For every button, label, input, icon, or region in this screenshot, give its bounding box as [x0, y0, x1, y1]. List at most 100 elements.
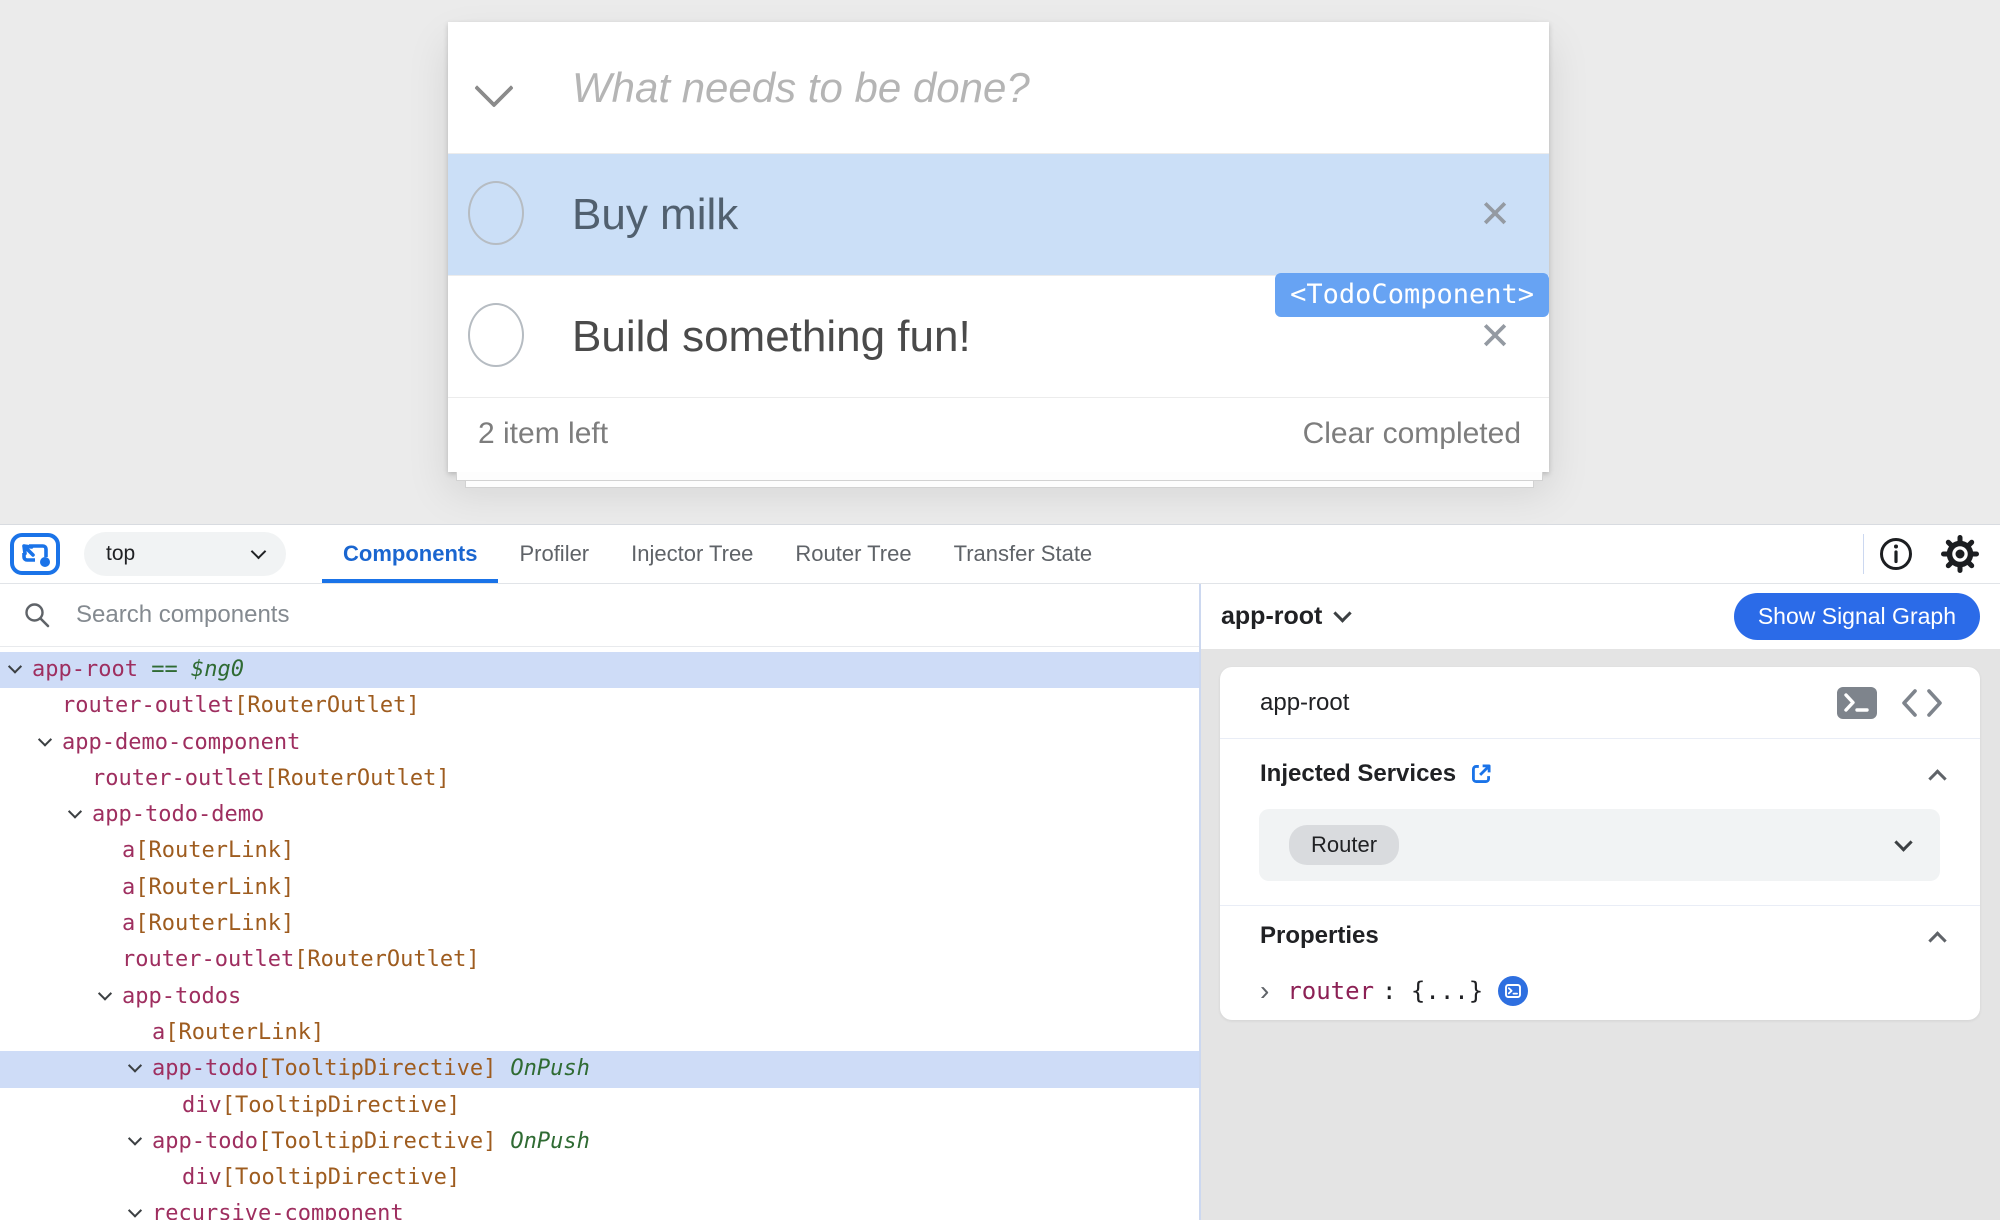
- tree-row-recursive-component[interactable]: recursive-component: [0, 1196, 1199, 1220]
- chevron-down-icon[interactable]: [70, 797, 92, 833]
- directive-label: [TooltipDirective]: [222, 1088, 460, 1124]
- details-card-header: app-root: [1220, 667, 1980, 739]
- property-row-router[interactable]: ›router: {...}: [1260, 966, 1980, 1016]
- chevron-down-icon[interactable]: [130, 1196, 152, 1220]
- todo-app-card: Buy milk ✕Build something fun! ✕ <TodoComp…: [448, 22, 1549, 472]
- tree-row-app-todo-demo[interactable]: app-todo-demo: [0, 797, 1199, 833]
- items-left-count: 2 item left: [478, 398, 608, 470]
- element-name: router-outlet: [122, 942, 294, 978]
- tree-row-a[interactable]: a[RouterLink]: [0, 870, 1199, 906]
- directive-label: [RouterLink]: [135, 833, 294, 869]
- console-icon[interactable]: [1836, 686, 1878, 720]
- element-name: router-outlet: [62, 688, 234, 724]
- inspect-element-icon[interactable]: [9, 531, 61, 577]
- element-name: app-todo: [152, 1051, 258, 1087]
- chevron-down-icon: [251, 544, 267, 560]
- frame-selector-dropdown[interactable]: top: [84, 532, 286, 576]
- show-signal-graph-button[interactable]: Show Signal Graph: [1734, 593, 1980, 640]
- directive-label: [RouterOutlet]: [234, 688, 419, 724]
- tree-row-app-todos[interactable]: app-todos: [0, 979, 1199, 1015]
- element-name: app-todos: [122, 979, 241, 1015]
- tab-transfer-state[interactable]: Transfer State: [933, 525, 1114, 583]
- tree-row-app-root[interactable]: app-root == $ng0: [0, 652, 1199, 688]
- chevron-down-icon: [1894, 833, 1912, 851]
- gear-icon[interactable]: [1928, 535, 1992, 573]
- tree-row-div[interactable]: div[TooltipDirective]: [0, 1088, 1199, 1124]
- terminal-badge-icon[interactable]: [1497, 975, 1529, 1007]
- selected-component-dropdown[interactable]: app-root: [1221, 602, 1349, 631]
- element-name: div: [182, 1160, 222, 1196]
- collapse-chevron-icon[interactable]: [1928, 769, 1946, 787]
- search-row: [0, 584, 1199, 647]
- properties-title: Properties: [1260, 922, 1379, 950]
- directive-label: [TooltipDirective]: [222, 1160, 460, 1196]
- element-name: app-demo-component: [62, 725, 300, 761]
- chevron-down-icon[interactable]: [100, 979, 122, 1015]
- chevron-down-icon[interactable]: [130, 1051, 152, 1087]
- tree-row-app-todo[interactable]: app-todo[TooltipDirective]OnPush: [0, 1124, 1199, 1160]
- directive-label: [RouterLink]: [135, 906, 294, 942]
- info-icon[interactable]: [1864, 536, 1928, 572]
- directive-label: [TooltipDirective]: [258, 1051, 496, 1087]
- chevron-down-icon[interactable]: [40, 725, 62, 761]
- devtools-tabs: ComponentsProfilerInjector TreeRouter Tr…: [322, 525, 1113, 583]
- selected-component-name: app-root: [1221, 602, 1322, 631]
- devtools-panel: top ComponentsProfilerInjector TreeRoute…: [0, 524, 2000, 1220]
- directive-label: [RouterLink]: [165, 1015, 324, 1051]
- component-tree: app-root == $ng0router-outlet[RouterOutl…: [0, 647, 1199, 1220]
- tab-injector-tree[interactable]: Injector Tree: [610, 525, 774, 583]
- search-components-input[interactable]: [74, 600, 1199, 630]
- clear-completed-button[interactable]: Clear completed: [1303, 398, 1521, 470]
- tree-row-a[interactable]: a[RouterLink]: [0, 906, 1199, 942]
- component-tooltip-badge: <TodoComponent>: [1275, 273, 1549, 317]
- element-name: div: [182, 1088, 222, 1124]
- directive-label: [RouterLink]: [135, 870, 294, 906]
- element-name: a: [122, 870, 135, 906]
- tree-row-router-outlet[interactable]: router-outlet[RouterOutlet]: [0, 688, 1199, 724]
- element-name: a: [122, 906, 135, 942]
- todo-label: Build something fun!: [572, 276, 971, 397]
- element-name: a: [152, 1015, 165, 1051]
- change-detection-badge: OnPush: [510, 1124, 589, 1160]
- directive-label: [RouterOutlet]: [294, 942, 479, 978]
- properties-header[interactable]: Properties: [1220, 906, 1980, 966]
- new-todo-input[interactable]: [448, 22, 1549, 153]
- code-icon[interactable]: [1900, 688, 1944, 718]
- tree-row-router-outlet[interactable]: router-outlet[RouterOutlet]: [0, 761, 1199, 797]
- todo-toggle-checkbox[interactable]: [468, 303, 524, 367]
- directive-label: [TooltipDirective]: [258, 1124, 496, 1160]
- todo-item[interactable]: Buy milk ✕: [448, 154, 1549, 276]
- injected-service-row[interactable]: Router: [1259, 809, 1940, 881]
- external-link-icon[interactable]: [1468, 761, 1494, 787]
- tree-row-a[interactable]: a[RouterLink]: [0, 1015, 1199, 1051]
- todo-toggle-checkbox[interactable]: [468, 181, 524, 245]
- screenshot-root: Buy milk ✕Build something fun! ✕ <TodoComp…: [0, 0, 2000, 1220]
- stacked-sheet: [456, 472, 1543, 481]
- element-name: app-todo-demo: [92, 797, 264, 833]
- injected-services-header[interactable]: Injected Services: [1220, 739, 1980, 809]
- component-details-panel: app-root Show Signal Graph app-root: [1201, 584, 2000, 1220]
- chevron-down-icon[interactable]: [130, 1124, 152, 1160]
- tree-row-app-todo[interactable]: app-todo[TooltipDirective] OnPush: [0, 1051, 1199, 1087]
- tab-components[interactable]: Components: [322, 525, 498, 583]
- change-detection-badge: OnPush: [510, 1051, 589, 1087]
- tree-row-div[interactable]: div[TooltipDirective]: [0, 1160, 1199, 1196]
- element-name: app-root: [32, 652, 138, 688]
- tree-row-app-demo-component[interactable]: app-demo-component: [0, 725, 1199, 761]
- details-card-title: app-root: [1260, 689, 1349, 717]
- expand-chevron-icon[interactable]: ›: [1260, 977, 1269, 1005]
- tree-row-router-outlet[interactable]: router-outlet[RouterOutlet]: [0, 942, 1199, 978]
- component-tree-panel: app-root == $ng0router-outlet[RouterOutl…: [0, 584, 1201, 1220]
- element-name: a: [122, 833, 135, 869]
- tab-profiler[interactable]: Profiler: [498, 525, 610, 583]
- devtools-toolbar: top ComponentsProfilerInjector TreeRoute…: [0, 525, 2000, 584]
- details-header: app-root Show Signal Graph: [1201, 584, 2000, 649]
- chevron-down-icon[interactable]: [10, 652, 32, 688]
- tab-router-tree[interactable]: Router Tree: [774, 525, 932, 583]
- property-value: : {...}: [1382, 977, 1483, 1005]
- collapse-chevron-icon[interactable]: [1928, 931, 1946, 949]
- service-chip-router[interactable]: Router: [1289, 825, 1399, 865]
- tree-row-a[interactable]: a[RouterLink]: [0, 833, 1199, 869]
- close-icon[interactable]: ✕: [1479, 154, 1511, 275]
- todo-label: Buy milk: [572, 154, 738, 275]
